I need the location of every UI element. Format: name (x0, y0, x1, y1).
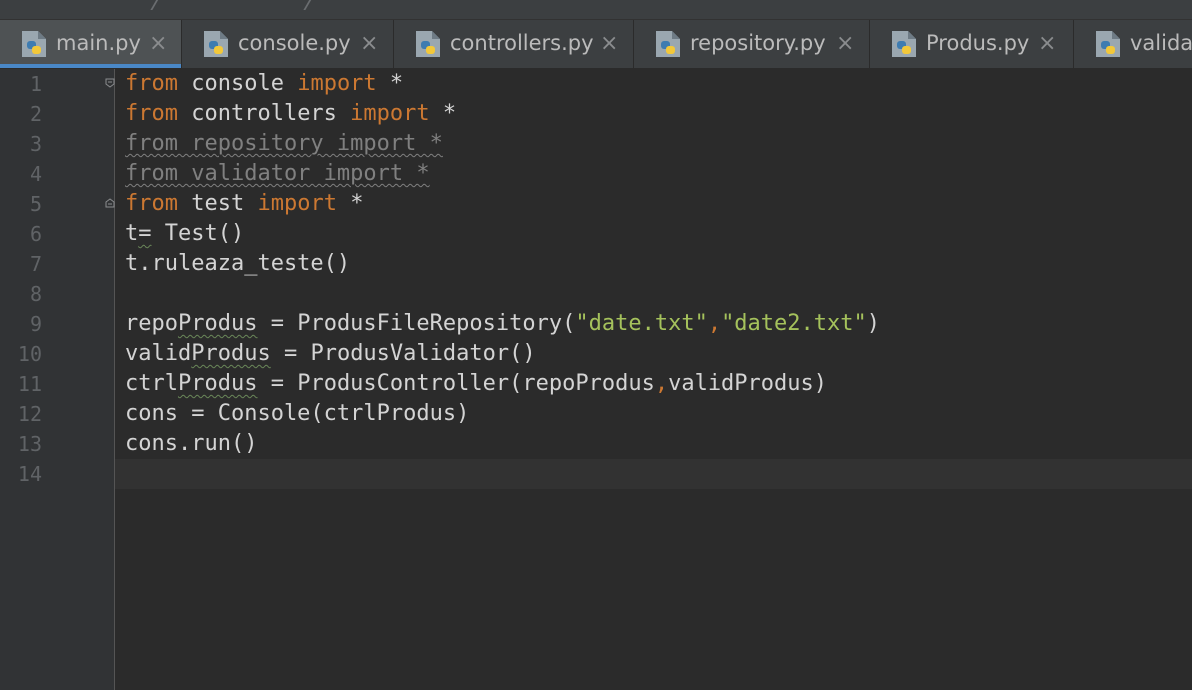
keyword: from (125, 71, 178, 96)
tab-console-py[interactable]: console.py × (182, 20, 394, 68)
current-line-highlight (115, 459, 1192, 489)
code-text: cons.run() (125, 431, 258, 456)
fold-end-icon[interactable] (105, 198, 115, 208)
tab-controllers-py[interactable]: controllers.py × (394, 20, 634, 68)
code-text: ) (866, 311, 881, 336)
code-text: = ProdusFileRepository( (257, 311, 576, 336)
code-text: repo (125, 311, 178, 336)
code-line-10: validProdus = ProdusValidator() (125, 339, 536, 369)
close-icon[interactable]: × (149, 31, 167, 56)
tab-validator-py[interactable]: validat (1074, 20, 1192, 68)
code-text: t.ruleaza_teste() (125, 251, 351, 276)
line-number: 11 (17, 372, 42, 396)
code-line-11: ctrlProdus = ProdusController(repoProdus… (125, 369, 827, 399)
module-name: test (177, 191, 258, 216)
module-name: controllers (177, 101, 351, 126)
code-text: , (654, 371, 669, 396)
python-file-icon (204, 31, 228, 57)
tab-label: controllers.py (450, 31, 594, 55)
keyword: from (125, 191, 178, 216)
code-text: = ProdusValidator() (270, 341, 536, 366)
code-line-4: from validator import * (125, 159, 430, 189)
breadcrumb-separator (150, 0, 162, 10)
code-line-12: cons = Console(ctrlProdus) (125, 399, 469, 429)
tab-label: Produs.py (926, 31, 1030, 55)
keyword: import (297, 71, 377, 96)
code-text: t (125, 221, 139, 246)
code-text: cons = Console(ctrlProdus) (125, 401, 470, 426)
tab-label: main.py (56, 31, 141, 55)
code-line-7: t.ruleaza_teste() (125, 249, 350, 279)
code-text: , (707, 311, 722, 336)
tab-repository-py[interactable]: repository.py × (634, 20, 870, 68)
python-file-icon (892, 31, 916, 57)
code-text: * (429, 101, 457, 126)
keyword: from (125, 101, 178, 126)
code-line-5: from test import * (125, 189, 363, 219)
close-icon[interactable]: × (360, 31, 378, 56)
unused-import: from validator import * (125, 161, 430, 186)
code-line-6: t= Test() (125, 219, 244, 249)
code-text: valid (125, 341, 192, 366)
code-text: = ProdusController(repoProdus (257, 371, 655, 396)
line-number: 9 (29, 312, 42, 336)
keyword: import (350, 101, 430, 126)
close-icon[interactable]: × (1038, 31, 1056, 56)
python-file-icon (1096, 31, 1120, 57)
line-number: 14 (17, 462, 42, 486)
line-number: 7 (29, 252, 42, 276)
fold-start-icon[interactable] (105, 78, 115, 88)
line-number: 4 (29, 162, 42, 186)
active-tab-indicator (0, 64, 181, 68)
line-number: 6 (29, 222, 42, 246)
code-line-1: from console import * (125, 69, 403, 99)
python-file-icon (416, 31, 440, 57)
code-text: * (376, 71, 404, 96)
line-number: 5 (29, 192, 42, 216)
code-text: * (336, 191, 364, 216)
tab-produs-py[interactable]: Produs.py × (870, 20, 1074, 68)
python-file-icon (22, 31, 46, 57)
close-icon[interactable]: × (836, 31, 854, 56)
unused-import: from repository import * (125, 131, 443, 156)
tab-main-py[interactable]: main.py × (0, 20, 182, 68)
module-name: console (177, 71, 298, 96)
code-line-9: repoProdus = ProdusFileRepository("date.… (125, 309, 880, 339)
editor-tab-bar: main.py × console.py × controllers.py × (0, 20, 1192, 69)
close-icon[interactable]: × (600, 31, 618, 56)
line-number: 2 (29, 102, 42, 126)
code-text: Test() (151, 221, 245, 246)
string-literal: "date.txt" (575, 311, 708, 336)
tab-label: validat (1130, 31, 1192, 55)
line-number-gutter: 1 2 3 4 5 6 7 8 9 10 11 12 13 14 (0, 69, 115, 690)
tab-label: console.py (238, 31, 351, 55)
breadcrumb-separator (303, 0, 315, 10)
line-number: 1 (29, 72, 42, 96)
code-text: validProdus) (668, 371, 828, 396)
breadcrumb-bar (0, 0, 1192, 20)
code-editor[interactable]: 1 2 3 4 5 6 7 8 9 10 11 12 13 14 from co… (0, 69, 1192, 690)
code-line-3: from repository import * (125, 129, 443, 159)
line-number: 10 (17, 342, 42, 366)
line-number: 3 (29, 132, 42, 156)
line-number: 8 (29, 282, 42, 306)
code-text: ctrl (125, 371, 178, 396)
python-file-icon (656, 31, 680, 57)
code-text: Produs (177, 311, 258, 336)
code-text: Produs (191, 341, 271, 366)
tab-label: repository.py (690, 31, 826, 55)
line-number: 12 (17, 402, 42, 426)
string-literal: "date2.txt" (721, 311, 867, 336)
code-text: Produs (177, 371, 258, 396)
keyword: import (257, 191, 337, 216)
code-line-13: cons.run() (125, 429, 257, 459)
code-line-2: from controllers import * (125, 99, 456, 129)
line-number: 13 (17, 432, 42, 456)
code-text: = (138, 221, 152, 246)
